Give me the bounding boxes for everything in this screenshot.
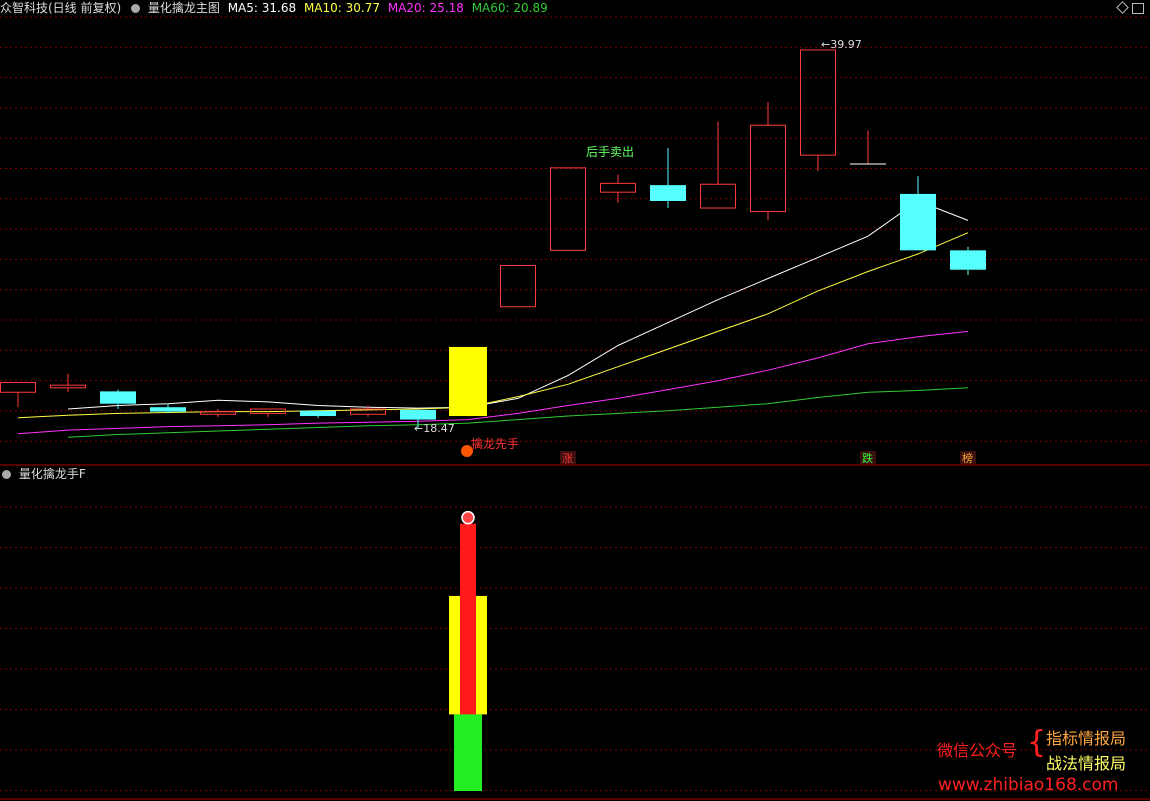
watermark-line1: 指标情报局 xyxy=(1046,729,1127,748)
candle-body xyxy=(50,384,86,389)
bottom-label: 跌 xyxy=(862,451,873,465)
annotation-low: ←18.47 xyxy=(414,422,455,435)
candle[interactable] xyxy=(200,408,236,417)
candle[interactable] xyxy=(900,176,936,251)
candle[interactable] xyxy=(50,373,86,393)
candle-body xyxy=(900,193,936,251)
candle-body xyxy=(550,167,586,251)
watermark-url: www.zhibiao168.com xyxy=(938,775,1119,795)
annotation-buy: 擒龙先手 xyxy=(471,436,519,451)
candle-body xyxy=(650,185,686,201)
bottom-label: 涨 xyxy=(562,452,573,465)
candle-body xyxy=(600,182,636,193)
watermark-line2: 战法情报局 xyxy=(1046,754,1127,773)
candle[interactable] xyxy=(650,148,686,209)
candle[interactable] xyxy=(950,246,986,276)
ma-line-ma20 xyxy=(17,330,969,435)
main-chart[interactable]: ←39.97 ←18.47 后手卖出擒龙先手涨 跌 榜 xyxy=(0,0,1150,466)
candle[interactable] xyxy=(0,382,36,408)
watermark-label: 微信公众号 xyxy=(937,741,1018,760)
candle[interactable] xyxy=(550,167,586,251)
candle-body xyxy=(800,49,836,156)
watermark-brace: { xyxy=(1027,725,1047,760)
candle-body-signal xyxy=(449,346,487,417)
candle[interactable] xyxy=(250,408,286,417)
signal-ball-icon xyxy=(461,510,475,525)
ma-line-ma5 xyxy=(67,200,969,410)
ma-line-ma60 xyxy=(67,387,969,438)
signal-bar-red xyxy=(460,523,476,715)
signal-bar-green xyxy=(454,714,482,791)
annotation-high: ←39.97 xyxy=(821,38,862,51)
candle[interactable] xyxy=(750,102,786,221)
candle-body xyxy=(100,391,136,404)
candle[interactable] xyxy=(800,49,836,172)
candle-body xyxy=(300,410,336,417)
candle-body xyxy=(950,250,986,270)
candle-body xyxy=(0,382,36,393)
candle[interactable] xyxy=(300,410,336,418)
bottom-label: 榜 xyxy=(962,451,973,465)
candle-body xyxy=(200,411,236,415)
candle[interactable] xyxy=(500,264,536,308)
ma-line-ma10 xyxy=(17,232,969,419)
candle-body xyxy=(500,264,536,308)
candle[interactable] xyxy=(850,130,886,165)
candle[interactable] xyxy=(449,346,487,417)
candle-body xyxy=(400,409,436,420)
candle[interactable] xyxy=(700,121,736,209)
annotation-sell: 后手卖出 xyxy=(586,145,634,159)
candle-body xyxy=(150,407,186,412)
candle-body xyxy=(700,183,736,209)
